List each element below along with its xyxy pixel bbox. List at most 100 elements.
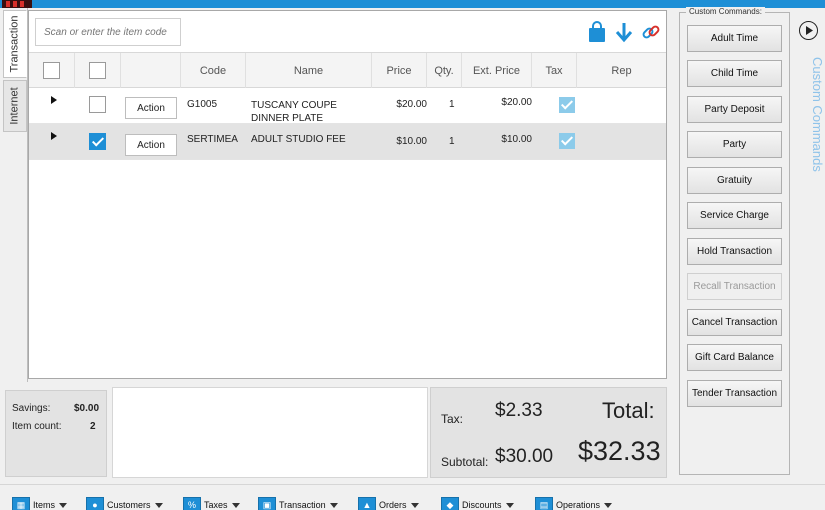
tender-transaction-button[interactable]: Tender Transaction bbox=[687, 380, 782, 407]
item-count-label: Item count: bbox=[12, 421, 62, 432]
discounts-menu[interactable]: ◆ Discounts bbox=[441, 497, 514, 510]
tab-internet[interactable]: Internet bbox=[3, 80, 27, 132]
tag-icon: ◆ bbox=[441, 497, 459, 510]
app-logo bbox=[2, 0, 32, 8]
totals-panel: Tax: $2.33 Total: Subtotal: $30.00 $32.3… bbox=[430, 387, 667, 478]
custom-commands-panel: Custom Commands: Adult Time Child Time P… bbox=[679, 7, 790, 475]
taxes-menu-label: Taxes bbox=[204, 500, 228, 510]
table-row[interactable]: Action SERTIMEA ADULT STUDIO FEE $10.00 … bbox=[29, 124, 666, 160]
child-time-button[interactable]: Child Time bbox=[687, 60, 782, 87]
header-expand-col bbox=[29, 53, 75, 88]
chevron-down-icon bbox=[604, 502, 613, 508]
row-expand-icon[interactable] bbox=[51, 96, 57, 104]
tax-label: Tax: bbox=[441, 412, 464, 426]
row-select-checkbox[interactable] bbox=[89, 96, 106, 113]
header-action-col bbox=[121, 53, 181, 88]
row-ext-price: $20.00 bbox=[501, 97, 532, 108]
row-code: SERTIMEA bbox=[187, 134, 238, 145]
chevron-down-icon bbox=[154, 502, 163, 508]
tab-transaction-label: Transaction bbox=[9, 15, 21, 73]
register-icon: ▣ bbox=[258, 497, 276, 510]
transaction-menu[interactable]: ▣ Transaction bbox=[258, 497, 338, 510]
header-rep[interactable]: Rep bbox=[577, 53, 666, 88]
gift-card-balance-button[interactable]: Gift Card Balance bbox=[687, 344, 782, 371]
play-circle-icon[interactable] bbox=[799, 21, 818, 40]
table-row[interactable]: Action G1005 TUSCANY COUPE DINNER PLATE … bbox=[29, 88, 666, 124]
chevron-down-icon bbox=[505, 502, 514, 508]
customers-menu[interactable]: ● Customers bbox=[86, 497, 163, 510]
side-tab-strip: Transaction Internet bbox=[0, 8, 28, 382]
row-action-button[interactable]: Action bbox=[125, 134, 177, 156]
adult-time-button[interactable]: Adult Time bbox=[687, 25, 782, 52]
row-tax-checkbox[interactable] bbox=[559, 133, 575, 149]
row-code: G1005 bbox=[187, 99, 218, 110]
items-grid: Code Name Price Qty. Ext. Price Tax Rep … bbox=[29, 52, 666, 160]
row-expand-icon[interactable] bbox=[51, 132, 57, 140]
select-all-checkbox[interactable] bbox=[89, 62, 106, 79]
header-price[interactable]: Price bbox=[372, 53, 427, 88]
party-button[interactable]: Party bbox=[687, 131, 782, 158]
row-tax-checkbox[interactable] bbox=[559, 97, 575, 113]
tab-transaction[interactable]: Transaction bbox=[3, 10, 27, 78]
subtotal-value: $30.00 bbox=[495, 446, 554, 467]
operations-menu-label: Operations bbox=[556, 500, 601, 510]
savings-summary: Savings: $0.00 Item count: 2 bbox=[5, 390, 107, 477]
tax-value: $2.33 bbox=[495, 400, 543, 421]
subtotal-label: Subtotal: bbox=[441, 455, 489, 469]
header-select-col bbox=[75, 53, 121, 88]
scan-input[interactable] bbox=[35, 18, 181, 46]
total-label: Total: bbox=[602, 398, 655, 423]
header-tax[interactable]: Tax bbox=[532, 53, 577, 88]
items-menu[interactable]: ▦ Items bbox=[12, 497, 68, 510]
savings-label: Savings: bbox=[12, 403, 51, 414]
header-name[interactable]: Name bbox=[246, 53, 372, 88]
row-price: $20.00 bbox=[396, 99, 427, 110]
transaction-panel: Code Name Price Qty. Ext. Price Tax Rep … bbox=[28, 10, 667, 379]
summary-spacer-panel bbox=[112, 387, 428, 478]
header-expand-checkbox[interactable] bbox=[43, 62, 60, 79]
custom-commands-side-label[interactable]: Custom Commands bbox=[810, 57, 825, 172]
hold-transaction-button[interactable]: Hold Transaction bbox=[687, 238, 782, 265]
grid-header: Code Name Price Qty. Ext. Price Tax Rep bbox=[29, 52, 666, 88]
custom-commands-legend: Custom Commands: bbox=[686, 7, 765, 16]
customers-menu-label: Customers bbox=[107, 500, 151, 510]
service-charge-button[interactable]: Service Charge bbox=[687, 202, 782, 229]
items-icon: ▦ bbox=[12, 497, 30, 510]
header-qty[interactable]: Qty. bbox=[427, 53, 462, 88]
recall-transaction-button[interactable]: Recall Transaction bbox=[687, 273, 782, 300]
total-value: $32.33 bbox=[578, 436, 661, 466]
row-ext-price: $10.00 bbox=[501, 134, 532, 145]
taxes-menu[interactable]: % Taxes bbox=[183, 497, 240, 510]
chevron-down-icon bbox=[329, 502, 338, 508]
row-price: $10.00 bbox=[396, 136, 427, 147]
savings-value: $0.00 bbox=[74, 403, 100, 414]
operations-menu[interactable]: ▤ Operations bbox=[535, 497, 613, 510]
percent-icon: % bbox=[183, 497, 201, 510]
header-code[interactable]: Code bbox=[181, 53, 246, 88]
row-action-button[interactable]: Action bbox=[125, 97, 177, 119]
link-icon[interactable] bbox=[640, 21, 662, 43]
customer-icon: ● bbox=[86, 497, 104, 510]
header-ext-price[interactable]: Ext. Price bbox=[462, 53, 532, 88]
chevron-down-icon bbox=[410, 502, 419, 508]
discounts-menu-label: Discounts bbox=[462, 500, 502, 510]
transaction-menu-label: Transaction bbox=[279, 500, 326, 510]
operations-icon: ▤ bbox=[535, 497, 553, 510]
item-count-value: 2 bbox=[90, 421, 96, 432]
items-menu-label: Items bbox=[33, 500, 56, 510]
orders-menu-label: Orders bbox=[379, 500, 407, 510]
tab-internet-label: Internet bbox=[9, 87, 21, 125]
download-arrow-icon[interactable] bbox=[613, 21, 635, 43]
row-qty: 1 bbox=[449, 136, 455, 147]
shopping-bag-icon[interactable] bbox=[586, 21, 608, 43]
row-name: TUSCANY COUPE DINNER PLATE bbox=[251, 100, 337, 124]
bottom-menu-bar: ▦ Items ● Customers % Taxes ▣ Transactio… bbox=[0, 484, 825, 510]
cancel-transaction-button[interactable]: Cancel Transaction bbox=[687, 309, 782, 336]
chevron-down-icon bbox=[59, 502, 68, 508]
row-select-checkbox[interactable] bbox=[89, 133, 106, 150]
bag-icon: ▲ bbox=[358, 497, 376, 510]
orders-menu[interactable]: ▲ Orders bbox=[358, 497, 419, 510]
gratuity-button[interactable]: Gratuity bbox=[687, 167, 782, 194]
party-deposit-button[interactable]: Party Deposit bbox=[687, 96, 782, 123]
chevron-down-icon bbox=[231, 502, 240, 508]
